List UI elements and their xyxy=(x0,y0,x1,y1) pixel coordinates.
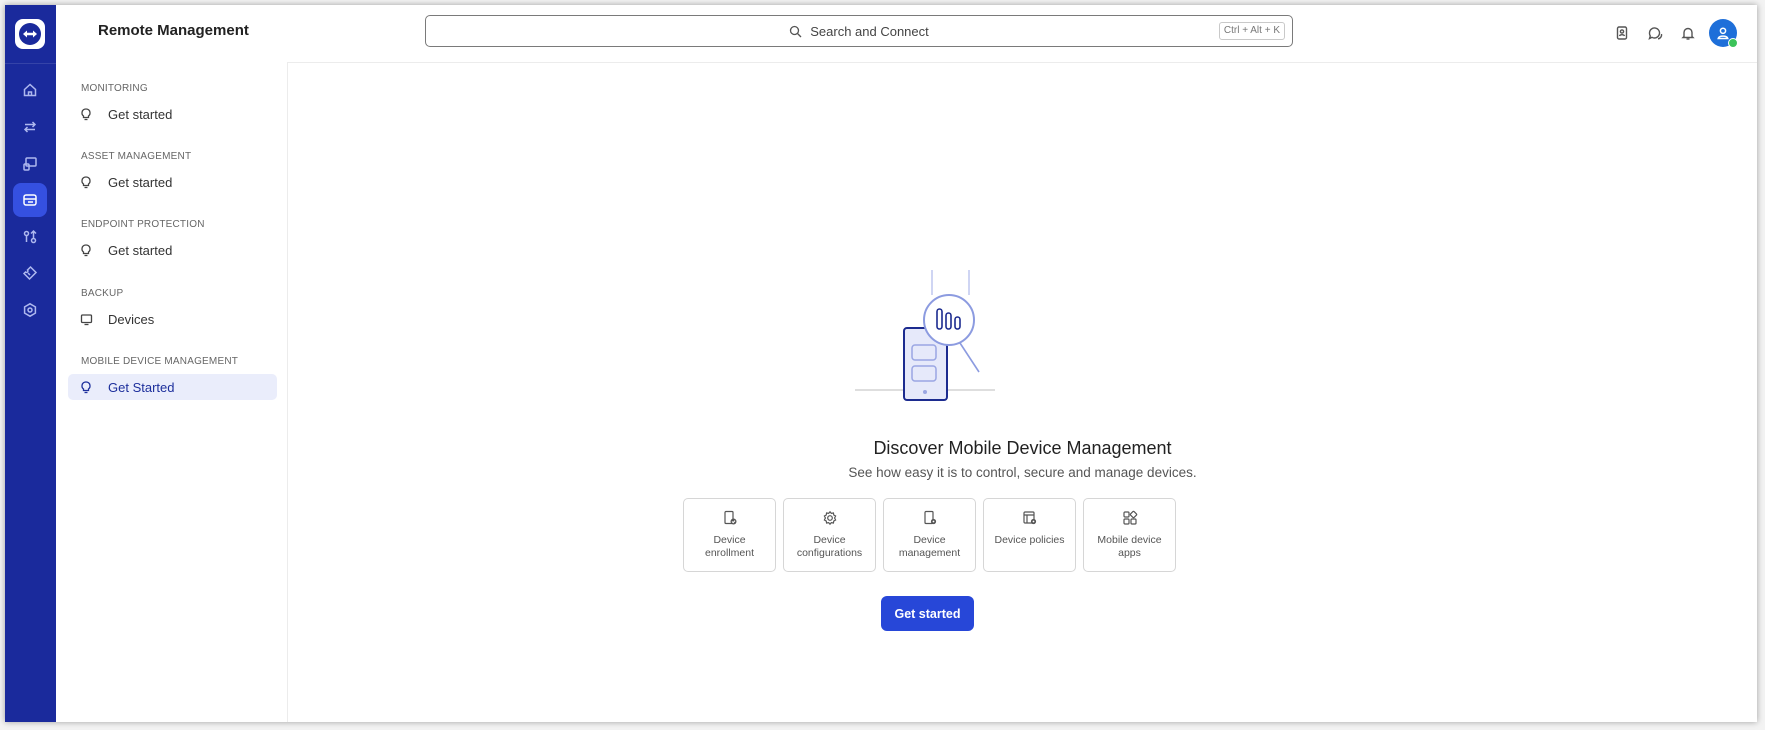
lightbulb-icon xyxy=(80,175,104,189)
card-label: Device policies xyxy=(994,534,1065,546)
sidebar-item-monitoring-get-started[interactable]: Get started xyxy=(68,101,277,127)
sidebar-item-label: Devices xyxy=(108,311,155,327)
mdm-illustration xyxy=(855,270,995,401)
card-label: Device enrollment xyxy=(704,534,755,559)
ticket-icon[interactable] xyxy=(13,256,47,290)
card-device-policies[interactable]: Device policies xyxy=(983,498,1076,572)
sidebar-item-asset-get-started[interactable]: Get started xyxy=(68,169,277,195)
card-label: Device management xyxy=(898,534,961,559)
app-title: Remote Management xyxy=(98,22,249,39)
get-started-button[interactable]: Get started xyxy=(881,596,974,631)
remote-management-icon[interactable] xyxy=(13,183,47,217)
settings-hex-icon[interactable] xyxy=(13,293,47,327)
home-icon[interactable] xyxy=(13,73,47,107)
user-icon xyxy=(1717,27,1729,40)
policy-icon xyxy=(1022,510,1038,528)
card-mobile-device-apps[interactable]: Mobile device apps xyxy=(1083,498,1176,572)
user-avatar[interactable] xyxy=(1709,19,1738,48)
remote-screen-icon[interactable] xyxy=(13,147,47,181)
chat-icon[interactable] xyxy=(1639,17,1671,49)
sidebar-item-label: Get started xyxy=(108,242,173,258)
rail-divider xyxy=(5,63,56,64)
search-icon xyxy=(790,25,802,37)
search-shortcut-hint: Ctrl + Alt + K xyxy=(1218,22,1285,40)
section-title-monitoring: MONITORING xyxy=(81,83,148,94)
secondary-sidebar: MONITORING Get started ASSET MANAGEMENT … xyxy=(56,62,288,722)
card-device-enrollment[interactable]: Device enrollment xyxy=(683,498,776,572)
sidebar-item-backup-devices[interactable]: Devices xyxy=(68,306,277,332)
apps-icon xyxy=(1122,510,1138,528)
sidebar-item-label: Get Started xyxy=(108,379,175,395)
sidebar-item-label: Get started xyxy=(108,106,173,122)
card-label: Device configurations xyxy=(796,534,863,559)
device-check-icon xyxy=(722,510,738,528)
sidebar-item-label: Get started xyxy=(108,174,173,190)
device-gear-icon xyxy=(922,510,938,528)
lightbulb-icon xyxy=(80,380,104,394)
lightbulb-icon xyxy=(80,243,104,257)
card-device-configurations[interactable]: Device configurations xyxy=(783,498,876,572)
search-placeholder: Search and Connect xyxy=(810,23,929,39)
main-content: Discover Mobile Device Management See ho… xyxy=(288,62,1757,722)
top-bar: Remote Management Search and Connect Ctr… xyxy=(56,5,1757,63)
section-title-asset-management: ASSET MANAGEMENT xyxy=(81,151,192,162)
contacts-icon[interactable] xyxy=(1606,17,1638,49)
sidebar-item-mdm-get-started[interactable]: Get Started xyxy=(68,374,277,400)
section-title-mobile-device-management: MOBILE DEVICE MANAGEMENT xyxy=(81,356,239,367)
section-title-backup: BACKUP xyxy=(81,288,124,299)
search-input[interactable]: Search and Connect Ctrl + Alt + K xyxy=(425,15,1293,47)
page-subheading: See how easy it is to control, secure an… xyxy=(848,465,1197,480)
card-device-management[interactable]: Device management xyxy=(883,498,976,572)
card-label: Mobile device apps xyxy=(1097,534,1162,559)
monitor-icon xyxy=(80,313,104,326)
section-title-endpoint-protection: ENDPOINT PROTECTION xyxy=(81,219,205,230)
swap-arrows-icon[interactable] xyxy=(13,110,47,144)
bell-icon[interactable] xyxy=(1672,17,1704,49)
teamviewer-logo[interactable] xyxy=(15,19,45,49)
lightbulb-icon xyxy=(80,107,104,121)
sidebar-item-endpoint-get-started[interactable]: Get started xyxy=(68,237,277,263)
online-status-dot xyxy=(1728,38,1738,48)
gear-icon xyxy=(822,510,838,528)
app-window: Remote Management Search and Connect Ctr… xyxy=(5,5,1757,722)
feature-cards: Device enrollment Device configurations … xyxy=(683,498,1183,572)
left-rail xyxy=(5,5,56,722)
integrations-icon[interactable] xyxy=(13,220,47,254)
page-heading: Discover Mobile Device Management xyxy=(873,438,1172,458)
